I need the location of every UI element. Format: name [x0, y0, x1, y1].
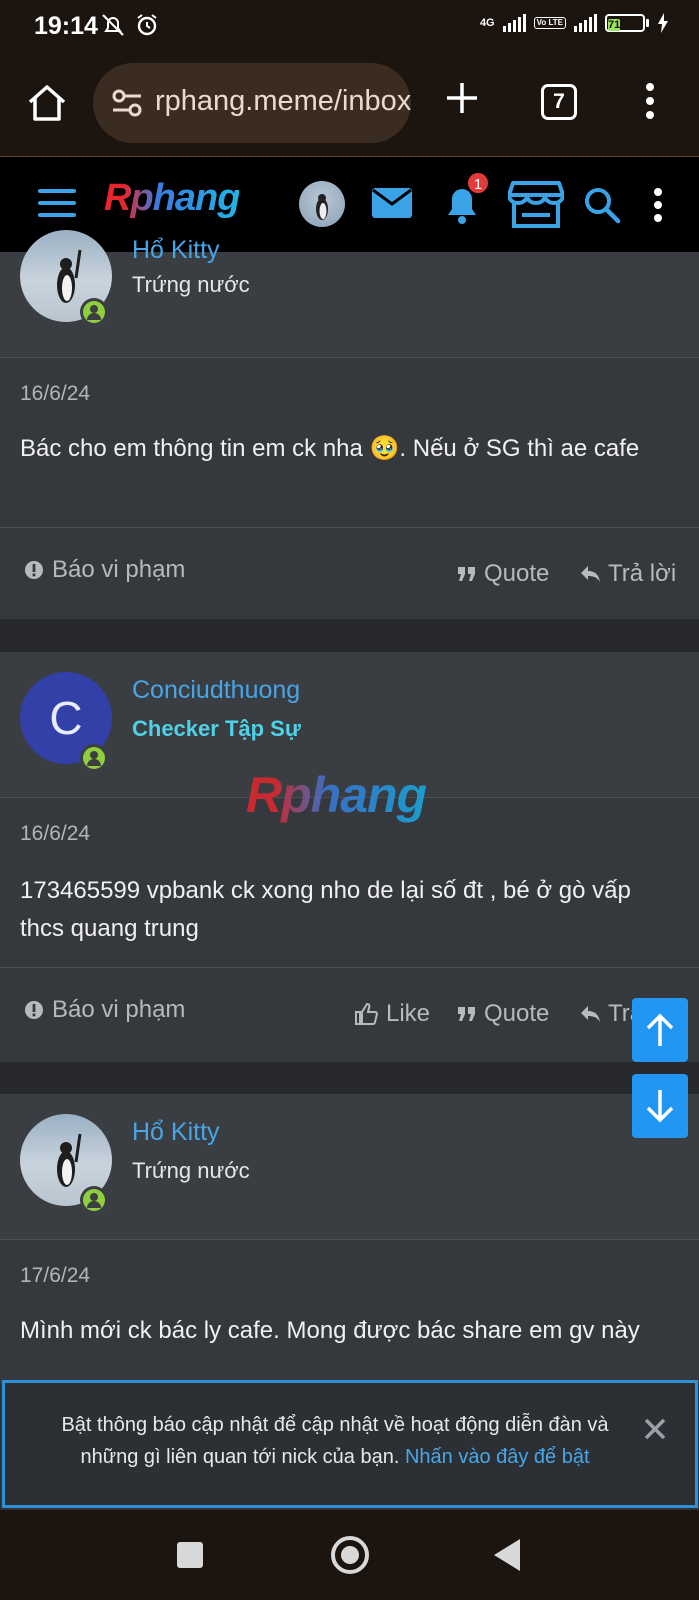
store-icon[interactable] — [508, 179, 564, 229]
inbox-icon[interactable] — [371, 187, 413, 219]
quote-label: Quote — [484, 560, 550, 587]
charging-icon — [658, 13, 668, 33]
report-label: Báo vi phạm — [52, 996, 186, 1023]
reply-icon — [581, 1006, 600, 1022]
like-button[interactable]: Like — [354, 1000, 430, 1028]
report-link[interactable]: Báo vi phạm — [24, 996, 185, 1024]
status-bar: 19:14 4G Vo LTE 71 — [0, 0, 699, 52]
notification-badge: 1 — [466, 171, 490, 195]
recents-icon[interactable] — [176, 1541, 204, 1569]
close-icon[interactable] — [643, 1417, 667, 1441]
battery-icon: 71 — [605, 14, 649, 32]
user-title: Checker Tập Sự — [132, 716, 301, 741]
alert-icon — [25, 1001, 43, 1019]
online-status-icon — [80, 298, 108, 326]
quote-icon — [458, 1007, 475, 1021]
quote-button[interactable]: Quote — [458, 1000, 549, 1028]
rphang-watermark: Rphang — [246, 767, 427, 823]
reply-icon — [581, 566, 600, 582]
post-separator — [0, 619, 699, 652]
quote-button[interactable]: Quote — [458, 560, 549, 588]
signal-icon-2 — [574, 14, 597, 32]
forum-header: Rphang 1 — [0, 157, 699, 252]
like-label: Like — [386, 1000, 431, 1027]
hamburger-menu-icon[interactable] — [38, 189, 76, 217]
post-body: Bác cho em thông tin em ck nha 🥹. Nếu ở … — [20, 435, 640, 462]
forum-menu-icon[interactable] — [653, 187, 663, 223]
penguin-icon — [316, 194, 328, 220]
online-status-icon — [80, 1186, 108, 1214]
post-date[interactable]: 17/6/24 — [20, 1264, 90, 1288]
post-body: Mình mới ck bác ly cafe. Mong được bác s… — [20, 1317, 640, 1344]
site-settings-icon[interactable] — [111, 89, 143, 117]
home-nav-icon[interactable] — [330, 1535, 370, 1575]
push-notification-notice: Bật thông báo cập nhật để cập nhật về ho… — [2, 1380, 698, 1508]
scroll-to-bottom-button[interactable] — [632, 1074, 688, 1138]
post-body: 173465599 vpbank ck xong nho de lại số đ… — [20, 877, 631, 942]
user-avatar[interactable] — [299, 181, 345, 227]
thumbs-up-icon — [355, 1002, 378, 1025]
post-date[interactable]: 16/6/24 — [20, 822, 90, 846]
username-link[interactable]: Conciudthuong — [132, 676, 300, 705]
post-author-row: Hổ Kitty Trứng nước — [0, 1094, 699, 1240]
arrow-up-icon — [646, 1013, 674, 1046]
quote-label: Quote — [484, 1000, 550, 1027]
scroll-to-top-button[interactable] — [632, 998, 688, 1062]
back-icon[interactable] — [492, 1538, 522, 1572]
user-title: Trứng nước — [132, 272, 250, 297]
post-actions: Báo vi phạm Like Quote Trả lời — [0, 967, 699, 1059]
quote-icon — [458, 567, 475, 581]
alarm-icon — [137, 14, 157, 36]
notice-text-block: Bật thông báo cập nhật để cập nhật về ho… — [35, 1409, 635, 1473]
system-navigation-bar — [0, 1510, 699, 1600]
tab-switcher-button[interactable]: 7 — [541, 84, 577, 120]
screen: 19:14 4G Vo LTE 71 rphang.meme/inbox 7 R… — [0, 0, 699, 1600]
arrow-down-icon — [646, 1090, 674, 1123]
post-author-row: Hổ Kitty Trứng nước — [0, 230, 699, 358]
volte-badge: Vo LTE — [533, 17, 566, 29]
enable-notifications-link[interactable]: Nhấn vào đây để bật — [405, 1446, 590, 1468]
post-1: Hổ Kitty Trứng nước 16/6/24 Bác cho em t… — [0, 230, 699, 619]
reply-button[interactable]: Trả lời — [580, 560, 676, 588]
browser-toolbar: rphang.meme/inbox 7 — [0, 52, 699, 157]
username-link[interactable]: Hổ Kitty — [132, 236, 220, 265]
home-icon[interactable] — [26, 82, 68, 124]
user-title: Trứng nước — [132, 1158, 250, 1183]
status-right: 4G Vo LTE 71 — [480, 13, 669, 33]
forum-logo[interactable]: Rphang — [104, 177, 240, 220]
online-status-icon — [80, 744, 108, 772]
post-separator — [0, 1062, 699, 1094]
url-bar[interactable]: rphang.meme/inbox — [93, 63, 411, 143]
search-icon[interactable] — [582, 185, 622, 225]
post-date[interactable]: 16/6/24 — [20, 382, 90, 406]
alert-icon — [25, 561, 43, 579]
post-2: C Conciudthuong Checker Tập Sự 16/6/24 1… — [0, 652, 699, 1062]
network-type: 4G — [479, 17, 495, 29]
report-link[interactable]: Báo vi phạm — [24, 556, 185, 584]
url-text[interactable]: rphang.meme/inbox — [155, 85, 411, 118]
post-3: Hổ Kitty Trứng nước 17/6/24 Mình mới ck … — [0, 1094, 699, 1384]
signal-icon — [502, 14, 526, 32]
new-tab-icon[interactable] — [444, 80, 480, 116]
mute-icon — [102, 14, 124, 36]
status-time: 19:14 — [34, 12, 98, 40]
reply-label: Trả lời — [608, 560, 677, 587]
post-actions: Báo vi phạm Quote Trả lời — [0, 527, 699, 619]
browser-menu-icon[interactable] — [645, 82, 655, 120]
report-label: Báo vi phạm — [52, 556, 186, 583]
battery-level: 71 — [608, 19, 621, 31]
username-link[interactable]: Hổ Kitty — [132, 1118, 220, 1147]
